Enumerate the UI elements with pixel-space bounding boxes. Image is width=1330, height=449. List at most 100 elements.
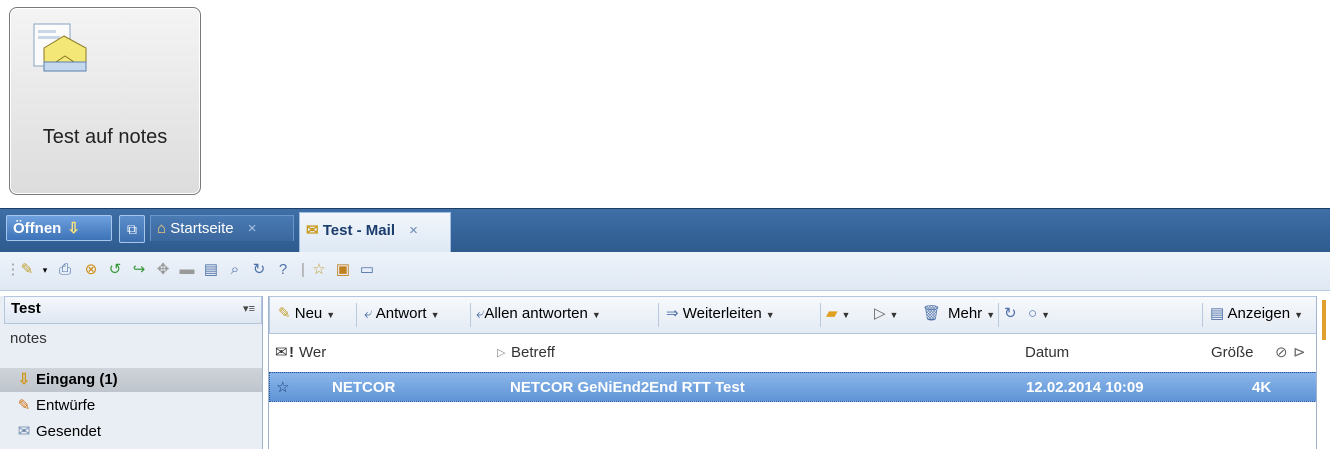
- folder-move-button[interactable]: ▰ ▼: [826, 297, 850, 332]
- reload-icon[interactable]: ↻: [250, 261, 268, 279]
- close-icon[interactable]: ×: [409, 222, 418, 239]
- reply-all-button-label: Allen antworten: [484, 305, 588, 322]
- folder-pane-subheader: notes: [10, 330, 47, 347]
- separator: [658, 303, 659, 327]
- app-launcher-tile[interactable]: Test auf notes: [9, 7, 201, 195]
- find-icon[interactable]: ⌕: [226, 261, 244, 279]
- column-header-wer[interactable]: Wer: [299, 340, 326, 366]
- panel-icon[interactable]: ▭: [358, 261, 376, 279]
- forward-green-icon[interactable]: ↪: [130, 261, 148, 279]
- folder-pane-title: Test: [11, 300, 41, 317]
- download-arrow-icon: ⇩: [67, 220, 80, 237]
- folder-label: Entwürfe: [36, 397, 96, 414]
- mail-list-pane: ✎ Neu ▼ ⤶ Antwort ▼ ⤶Allen antworten ▼ ⇒ We…: [268, 296, 1317, 449]
- pane-edge-accent: [1322, 300, 1326, 340]
- tab-test-mail[interactable]: ✉ Test - Mail ×: [299, 212, 451, 253]
- column-header-betreff[interactable]: Betreff: [511, 340, 555, 366]
- dropdown-arrow-icon: ▼: [986, 310, 996, 320]
- line-icon[interactable]: ▬: [178, 261, 196, 279]
- column-header-row: ✉ ! Wer ▷ Betreff Datum Größe ⊘ ⊳: [269, 340, 1317, 366]
- separator: [1202, 303, 1203, 327]
- open-button-label: Öffnen: [13, 220, 62, 237]
- bookmark-icon[interactable]: ☆: [310, 261, 328, 279]
- dropdown-arrow-icon[interactable]: ▾: [36, 261, 54, 279]
- column-header-datum[interactable]: Datum: [1025, 340, 1069, 366]
- folder-item-eingang[interactable]: ⇩ Eingang (1): [0, 368, 262, 392]
- flag-col-icon: ⊳: [1293, 344, 1306, 361]
- print-icon[interactable]: ⎙: [56, 261, 74, 279]
- tab-startseite-label: Startseite: [170, 220, 234, 237]
- sort-arrow-icon: ▷: [497, 347, 506, 359]
- message-date: 12.02.2014 10:09: [1026, 379, 1144, 396]
- separator: [820, 303, 821, 327]
- folder-item-gesendet[interactable]: ✉ Gesendet: [0, 420, 262, 444]
- toolbox-icon[interactable]: ▣: [334, 261, 352, 279]
- message-from: NETCOR: [332, 379, 396, 396]
- reply-button[interactable]: ⤶ Antwort ▼: [364, 297, 440, 332]
- flag-button[interactable]: ▷ ▼: [874, 297, 898, 332]
- forward-button[interactable]: ⇒ Weiterleiten ▼: [666, 297, 775, 332]
- refresh-icon: ↻: [1004, 305, 1017, 322]
- refresh-button[interactable]: ↻: [1004, 297, 1017, 331]
- column-header-groesse[interactable]: Größe: [1211, 340, 1254, 366]
- new-button[interactable]: ✎ Neu ▼: [278, 297, 335, 332]
- forward-button-label: Weiterleiten: [682, 305, 762, 322]
- forward-icon: ⇒: [666, 305, 679, 322]
- folder-pane-header[interactable]: Test ▾≡: [4, 296, 262, 324]
- reply-all-button[interactable]: ⤶Allen antworten ▼: [476, 297, 601, 332]
- flag-icon: ▷: [874, 305, 886, 322]
- windows-icon: ⧉: [127, 221, 137, 237]
- dropdown-arrow-icon: ▼: [1294, 310, 1304, 320]
- copy-icon[interactable]: ▤: [202, 261, 220, 279]
- new-mail-icon: ✎: [278, 305, 291, 322]
- view-icon: ▤: [1210, 305, 1225, 322]
- envelope-col-icon: ✉: [275, 344, 288, 361]
- trash-icon: 🗑: [922, 305, 942, 322]
- mail-toolbar: ✎ Neu ▼ ⤶ Antwort ▼ ⤶Allen antworten ▼ ⇒ We…: [269, 296, 1317, 334]
- dropdown-arrow-icon: ▼: [889, 310, 899, 320]
- tab-bar: Öffnen ⇩ ⧉ ⌂ Startseite × ✉ Test - Mail ×: [0, 208, 1330, 253]
- folder-item-entwuerfe[interactable]: ✎ Entwürfe: [0, 394, 262, 418]
- reply-icon: ⤶: [364, 305, 373, 322]
- delete-button[interactable]: 🗑: [922, 297, 941, 331]
- more-button-label: Mehr: [948, 305, 983, 322]
- folder-label: Eingang (1): [36, 371, 118, 388]
- message-size: 4K: [1252, 379, 1272, 396]
- close-icon[interactable]: ×: [248, 220, 257, 237]
- dropdown-arrow-icon: ▼: [841, 310, 851, 320]
- dropdown-arrow-icon: ▼: [591, 310, 601, 320]
- dropdown-arrow-icon: ▼: [765, 310, 775, 320]
- attachment-col-icon: ⊘: [1275, 344, 1288, 361]
- table-row[interactable]: ☆ NETCOR NETCOR GeNiEnd2End RTT Test 12.…: [269, 372, 1317, 402]
- new-doc-icon[interactable]: ✎: [18, 261, 36, 279]
- inbox-icon: ⇩: [17, 371, 31, 388]
- star-icon[interactable]: ☆: [276, 373, 289, 403]
- drafts-icon: ✎: [17, 397, 31, 414]
- sent-icon: ✉: [17, 423, 31, 440]
- nav-gray-icon[interactable]: ✥: [154, 261, 172, 279]
- folder-icon: ▰: [826, 305, 838, 322]
- separator: [356, 303, 357, 327]
- dropdown-arrow-icon: ▼: [430, 310, 440, 320]
- search-icon: ○: [1028, 305, 1038, 322]
- view-button[interactable]: ▤ Anzeigen ▼: [1210, 297, 1303, 332]
- new-button-label: Neu: [294, 305, 323, 322]
- reply-button-label: Antwort: [375, 305, 427, 322]
- open-button[interactable]: Öffnen ⇩: [6, 215, 112, 241]
- tab-startseite[interactable]: ⌂ Startseite ×: [150, 215, 294, 241]
- refresh-green-icon[interactable]: ↺: [106, 261, 124, 279]
- mail-tab-icon: ✉: [306, 222, 319, 239]
- home-icon: ⌂: [157, 220, 167, 237]
- mail-envelope-icon: [33, 23, 87, 72]
- stop-icon[interactable]: ⊗: [82, 261, 100, 279]
- window-switch-button[interactable]: ⧉: [119, 215, 145, 243]
- more-button[interactable]: Mehr ▼: [948, 297, 995, 332]
- help-icon[interactable]: ?: [274, 261, 292, 279]
- search-button[interactable]: ○ ▼: [1028, 297, 1050, 332]
- message-subject: NETCOR GeNiEnd2End RTT Test: [510, 379, 745, 396]
- dropdown-arrow-icon: ▼: [326, 310, 336, 320]
- separator: [470, 303, 471, 327]
- folder-label: Gesendet: [36, 423, 102, 440]
- pane-menu-icon[interactable]: ▾≡: [243, 297, 255, 321]
- main-toolbar: ⋮ ✎ ▾ ⎙ ⊗ ↺ ↪ ✥ ▬ ▤ ⌕ ↻ ? | ☆ ▣ ▭: [0, 252, 1330, 291]
